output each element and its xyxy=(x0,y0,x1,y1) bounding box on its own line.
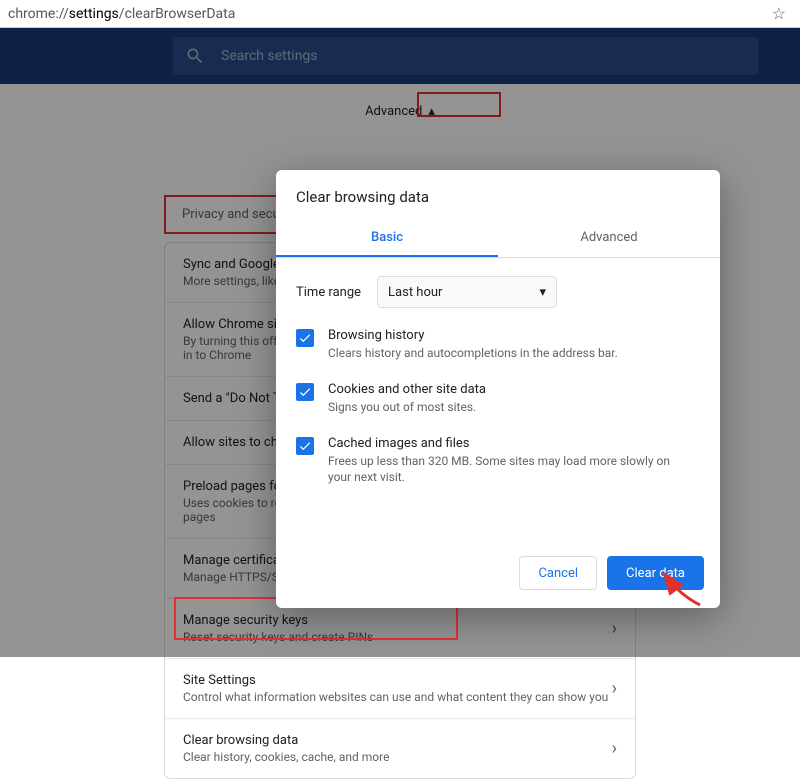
dropdown-arrow-icon: ▾ xyxy=(540,285,547,300)
time-range-label: Time range xyxy=(296,285,361,300)
tab-basic[interactable]: Basic xyxy=(276,220,498,257)
row-subtitle: Control what information websites can us… xyxy=(183,690,608,704)
chevron-right-icon: › xyxy=(612,738,617,759)
bookmark-star-icon[interactable]: ☆ xyxy=(772,4,792,23)
chevron-right-icon: › xyxy=(612,678,617,699)
clear-option-row: Cookies and other site data Signs you out… xyxy=(276,372,720,426)
settings-row[interactable]: Clear browsing data Clear history, cookie… xyxy=(165,719,635,778)
time-range-value: Last hour xyxy=(388,285,442,300)
dialog-title: Clear browsing data xyxy=(276,170,720,220)
url-path: /clearBrowserData xyxy=(119,6,236,22)
url-scheme: chrome:// xyxy=(8,6,69,22)
settings-row[interactable]: Site Settings Control what information we… xyxy=(165,659,635,719)
row-subtitle: Clear history, cookies, cache, and more xyxy=(183,750,389,764)
checkbox[interactable] xyxy=(296,383,314,401)
clear-option-row: Cached images and files Frees up less tha… xyxy=(276,426,720,497)
option-desc: Signs you out of most sites. xyxy=(328,399,486,416)
dialog-tabs: Basic Advanced xyxy=(276,220,720,257)
tab-advanced[interactable]: Advanced xyxy=(498,220,720,257)
row-title: Site Settings xyxy=(183,673,608,688)
clear-option-row: Browsing history Clears history and autoc… xyxy=(276,318,720,372)
url-host: settings xyxy=(69,6,119,22)
annotation-arrow-icon xyxy=(660,570,710,610)
checkbox[interactable] xyxy=(296,437,314,455)
clear-browsing-data-dialog: Clear browsing data Basic Advanced Time … xyxy=(276,170,720,608)
time-range-select[interactable]: Last hour ▾ xyxy=(377,276,557,308)
option-title: Cookies and other site data xyxy=(328,382,486,397)
option-desc: Frees up less than 320 MB. Some sites ma… xyxy=(328,453,688,487)
address-bar: chrome://settings/clearBrowserData ☆ xyxy=(0,0,800,28)
option-title: Cached images and files xyxy=(328,436,688,451)
url-text[interactable]: chrome://settings/clearBrowserData xyxy=(8,6,235,22)
checkbox[interactable] xyxy=(296,329,314,347)
option-desc: Clears history and autocompletions in th… xyxy=(328,345,618,362)
row-title: Clear browsing data xyxy=(183,733,389,748)
cancel-button[interactable]: Cancel xyxy=(519,556,597,590)
option-title: Browsing history xyxy=(328,328,618,343)
